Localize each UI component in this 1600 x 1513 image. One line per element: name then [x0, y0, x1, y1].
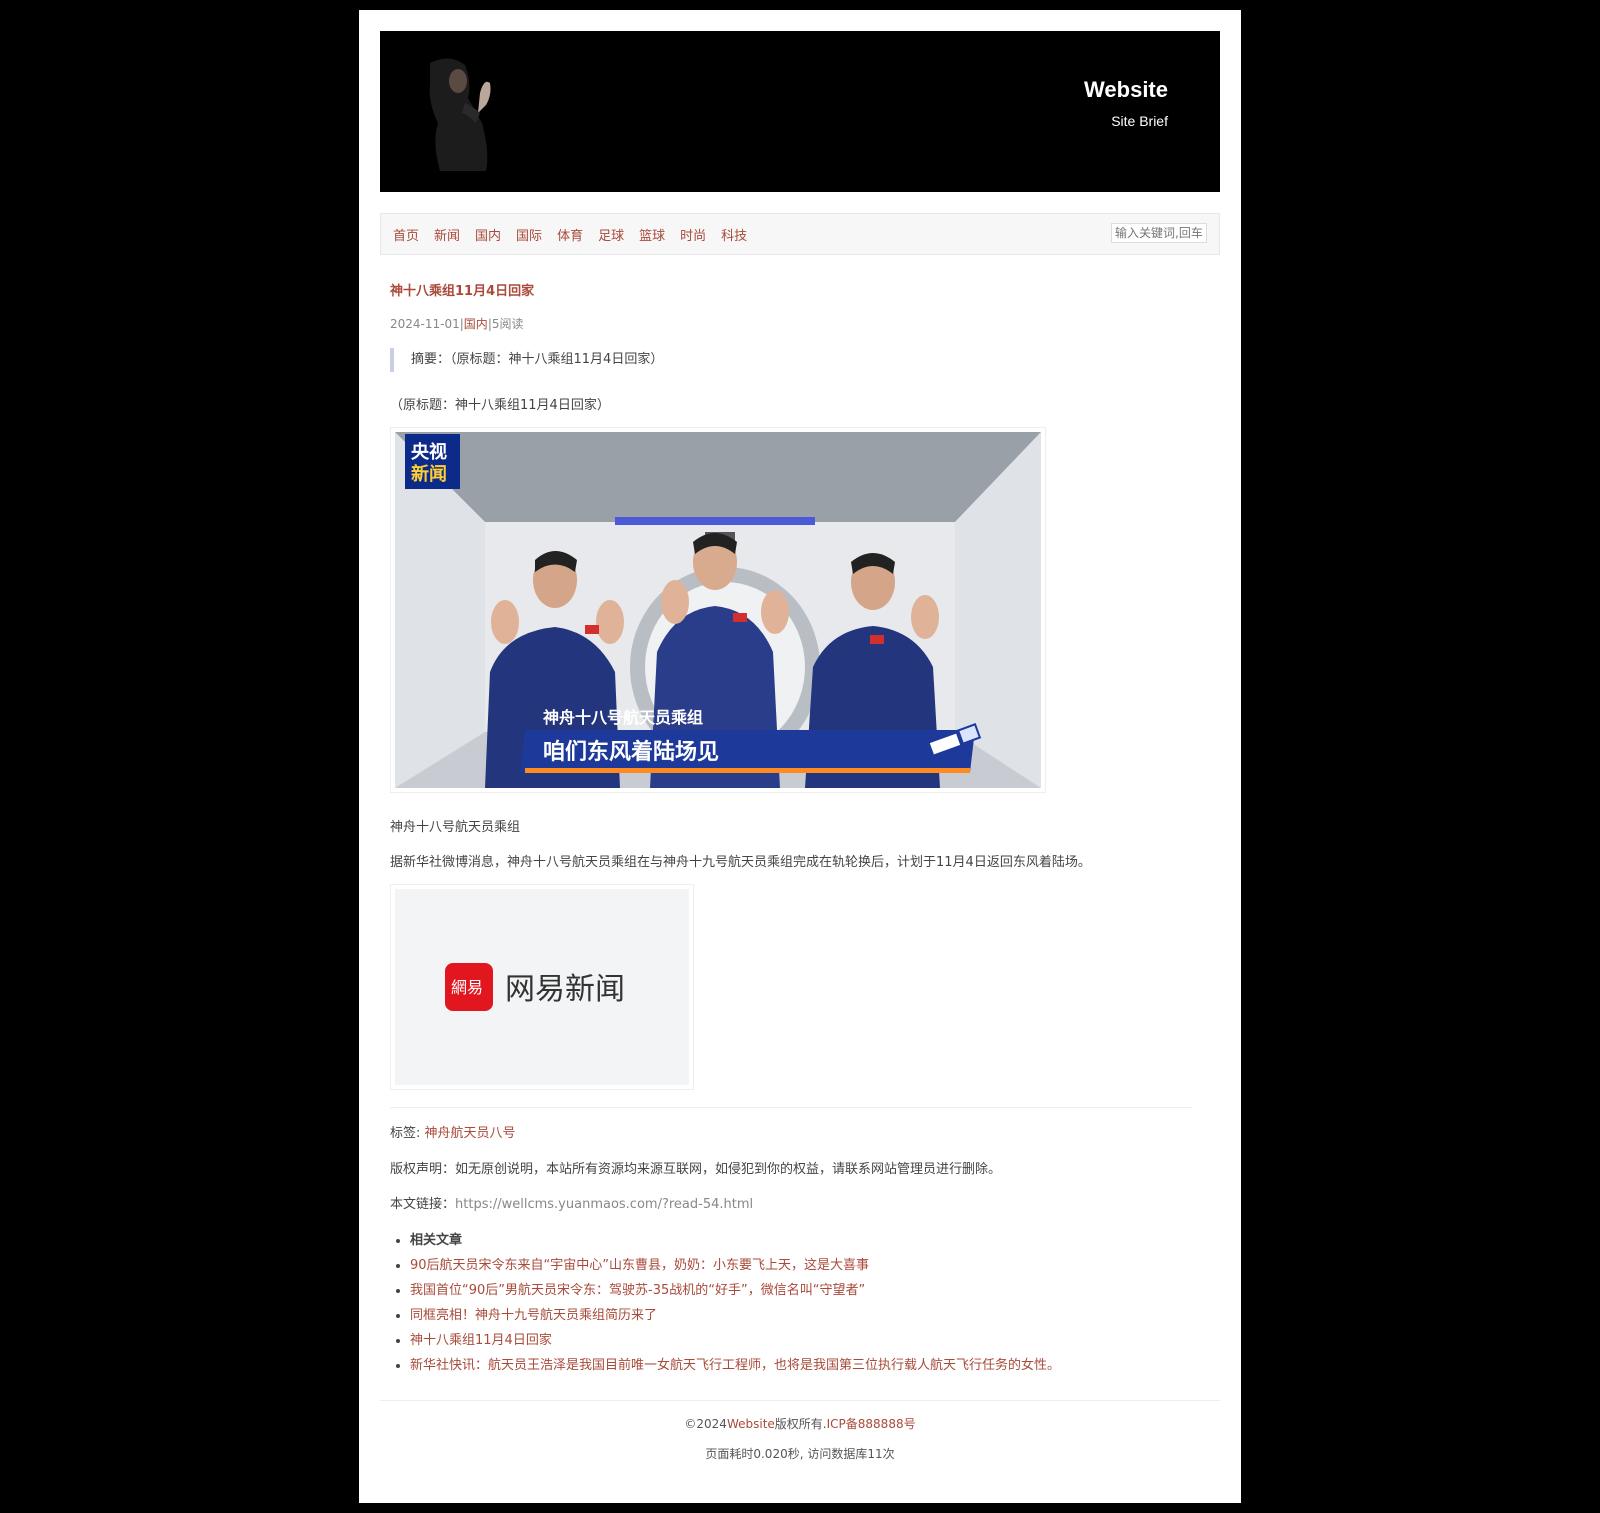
related-link[interactable]: 90后航天员宋令东来自“宇宙中心”山东曹县，奶奶：小东要飞上天，这是大喜事: [410, 1258, 869, 1273]
site-title[interactable]: Website: [1084, 77, 1168, 103]
related-link[interactable]: 新华社快讯：航天员王浩泽是我国目前唯一女航天飞行工程师，也将是我国第三位执行载人…: [410, 1358, 1060, 1373]
permalink-label: 本文链接：: [390, 1197, 456, 1212]
nav-bar: 首页 新闻 国内 国际 体育 足球 篮球 时尚 科技: [380, 213, 1220, 255]
hooded-figure-image: [429, 58, 491, 171]
list-item: 90后航天员宋令东来自“宇宙中心”山东曹县，奶奶：小东要飞上天，这是大喜事: [410, 1253, 1060, 1278]
related-articles: 相关文章 90后航天员宋令东来自“宇宙中心”山东曹县，奶奶：小东要飞上天，这是大…: [390, 1228, 1060, 1378]
tags-row: 标签: 神舟航天员八号: [390, 1122, 516, 1141]
netease-news-placeholder: 網易 网易新闻: [395, 889, 689, 1085]
header-banner: Website Site Brief: [380, 31, 1220, 192]
related-link[interactable]: 同框亮相！神舟十九号航天员乘组简历来了: [410, 1308, 657, 1323]
nav-item-home[interactable]: 首页: [393, 225, 419, 244]
permalink-url[interactable]: https://wellcms.yuanmaos.com/?read-54.ht…: [455, 1197, 753, 1212]
list-item: 同框亮相！神舟十九号航天员乘组简历来了: [410, 1303, 1060, 1328]
related-link[interactable]: 我国首位“90后”男航天员宋令东：驾驶苏-35战机的“好手”，微信名叫“守望者”: [410, 1283, 865, 1298]
astronaut-crew-photo: 央视 新闻 神舟十八号航天员乘组 咱们东风着陆场见: [395, 432, 1041, 788]
search-input[interactable]: [1111, 223, 1207, 243]
logo-text-line1: 央视: [411, 441, 447, 463]
related-heading: 相关文章: [410, 1228, 1060, 1253]
article-title[interactable]: 神十八乘组11月4日回家: [390, 280, 534, 299]
tags-label: 标签:: [390, 1126, 421, 1141]
list-item: 我国首位“90后”男航天员宋令东：驾驶苏-35战机的“好手”，微信名叫“守望者”: [410, 1278, 1060, 1303]
nav-item-fashion[interactable]: 时尚: [680, 225, 706, 244]
footer-year: ©2024: [684, 1417, 727, 1431]
footer-site-link[interactable]: Website: [727, 1417, 775, 1431]
image-caption: 神舟十八号航天员乘组: [390, 820, 521, 835]
article-lead: （原标题：神十八乘组11月4日回家）: [390, 398, 610, 413]
list-item: 新华社快讯：航天员王浩泽是我国目前唯一女航天飞行工程师，也将是我国第三位执行载人…: [410, 1353, 1060, 1378]
nav-item-sports[interactable]: 体育: [557, 225, 583, 244]
nav-item-basketball[interactable]: 篮球: [639, 225, 665, 244]
permalink-row: 本文链接：https://wellcms.yuanmaos.com/?read-…: [390, 1193, 753, 1212]
footer-divider: [380, 1400, 1220, 1401]
caption-small-text: 神舟十八号航天员乘组: [543, 708, 703, 727]
netease-logo-text: 网易新闻: [505, 972, 625, 1007]
nav-item-international[interactable]: 国际: [516, 225, 542, 244]
nav-item-tech[interactable]: 科技: [721, 225, 747, 244]
article-category-link[interactable]: 国内: [464, 317, 488, 331]
article-date: 2024-11-01: [390, 317, 460, 331]
nav-item-domestic[interactable]: 国内: [475, 225, 501, 244]
article-meta: 2024-11-01|国内|5阅读: [390, 315, 524, 332]
related-link[interactable]: 神十八乘组11月4日回家: [410, 1333, 552, 1348]
logo-text-line2: 新闻: [411, 463, 447, 485]
footer-copyright: ©2024Website版权所有.ICP备888888号: [359, 1415, 1241, 1432]
article-read-count: 5阅读: [491, 317, 524, 331]
footer-rights: 版权所有.: [774, 1417, 827, 1431]
netease-news-image: 網易 网易新闻: [390, 884, 694, 1090]
footer-icp-link[interactable]: ICP备888888号: [827, 1417, 916, 1431]
nav-item-football[interactable]: 足球: [598, 225, 624, 244]
tag-link[interactable]: 神舟航天员八号: [425, 1126, 516, 1141]
article-summary: 摘要：（原标题：神十八乘组11月4日回家）: [390, 348, 663, 372]
copyright-notice: 版权声明：如无原创说明，本站所有资源均来源互联网，如侵犯到你的权益，请联系网站管…: [390, 1162, 1002, 1177]
site-brief: Site Brief: [1111, 113, 1168, 129]
nav-item-news[interactable]: 新闻: [434, 225, 460, 244]
caption-big-text: 咱们东风着陆场见: [543, 739, 719, 765]
list-item: 神十八乘组11月4日回家: [410, 1328, 1060, 1353]
content-divider: [390, 1107, 1192, 1108]
article-body: 据新华社微博消息，神舟十八号航天员乘组在与神舟十九号航天员乘组完成在轨轮换后，计…: [390, 855, 1091, 870]
netease-logo-badge-text: 網易: [451, 978, 483, 997]
nav-list: 首页 新闻 国内 国际 体育 足球 篮球 时尚 科技: [393, 214, 762, 254]
astronaut-crew-image: 央视 新闻 神舟十八号航天员乘组 咱们东风着陆场见: [390, 427, 1046, 793]
page-container: Website Site Brief 首页 新闻 国内 国际 体育 足球 篮球 …: [359, 10, 1241, 1503]
footer-stats: 页面耗时0.020秒, 访问数据库11次: [705, 1447, 895, 1461]
